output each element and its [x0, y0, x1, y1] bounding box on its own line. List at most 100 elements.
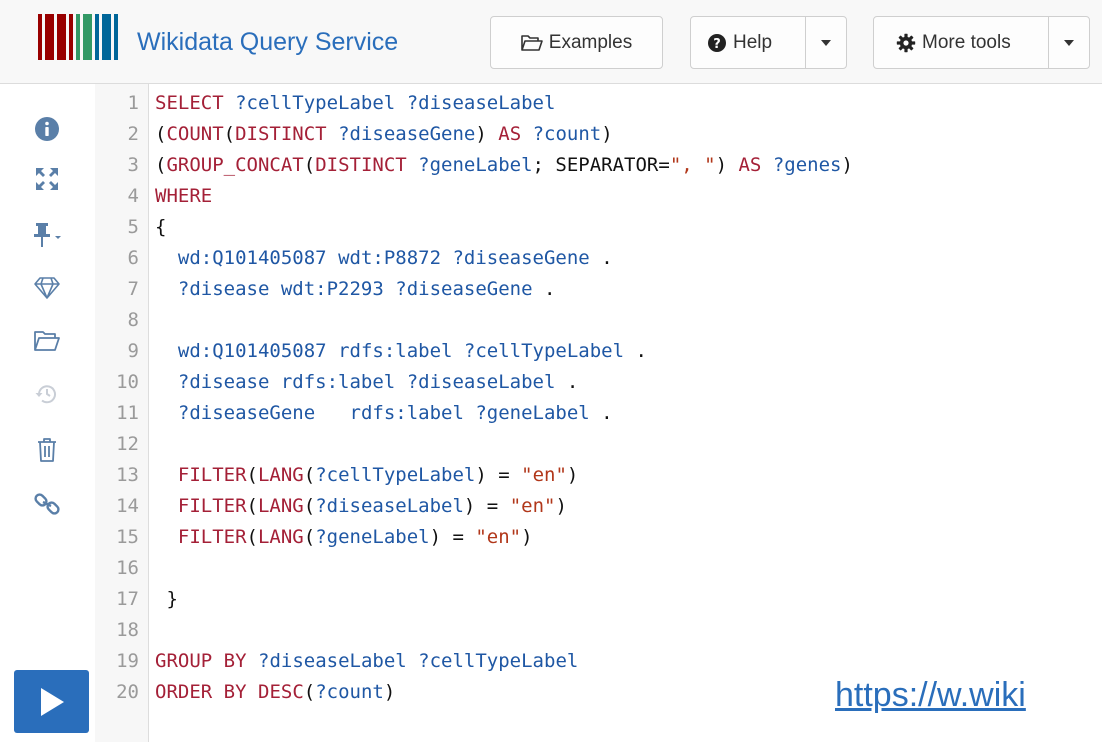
code-line[interactable]: 15 FILTER(LANG(?geneLabel) = "en") [95, 522, 1102, 553]
variable-token: ?count [532, 123, 602, 145]
keyword-token: GROUP [155, 650, 213, 672]
examples-button[interactable]: Examples [490, 16, 663, 69]
wikidata-logo[interactable] [38, 14, 120, 60]
code-line[interactable]: 1 SELECT ?cellTypeLabel ?diseaseLabel [95, 88, 1102, 119]
keyword-token: DESC [258, 681, 304, 703]
punctuation-token: ) [383, 681, 396, 703]
query-editor[interactable]: 1 SELECT ?cellTypeLabel ?diseaseLabel 2 (CO… [95, 84, 1102, 742]
more-tools-button[interactable]: More tools [874, 17, 1049, 68]
info-icon [35, 117, 59, 141]
code-line[interactable]: 13 FILTER(LANG(?cellTypeLabel) = "en") [95, 460, 1102, 491]
variable-token: ?diseaseLabel [406, 92, 556, 114]
trash-icon [38, 438, 56, 462]
punctuation-token [441, 247, 452, 269]
punctuation-token [247, 650, 258, 672]
diamond-icon [34, 277, 60, 299]
help-label: Help [733, 31, 773, 53]
punctuation-token [315, 402, 349, 424]
code-line[interactable]: 18 [95, 615, 1102, 646]
pin-button[interactable] [29, 217, 65, 253]
code-line[interactable]: 10 ?disease rdfs:label ?diseaseLabel . [95, 367, 1102, 398]
line-number: 19 [116, 650, 139, 672]
punctuation-token [155, 402, 178, 424]
punctuation-token: ) = [463, 495, 510, 517]
variable-token: wd:Q101405087 [177, 340, 327, 362]
keyword-token: AS [738, 154, 762, 176]
punctuation-token [155, 464, 178, 486]
code-line[interactable]: 19 GROUP BY ?diseaseLabel ?cellTypeLabel [95, 646, 1102, 677]
code-line[interactable]: 8 [95, 305, 1102, 336]
code-line[interactable]: 9 wd:Q101405087 rdfs:label ?cellTypeLabe… [95, 336, 1102, 367]
link-icon [34, 493, 60, 515]
punctuation-token [212, 650, 223, 672]
gear-icon [896, 33, 916, 53]
line-number: 11 [116, 402, 139, 424]
line-code: SELECT ?cellTypeLabel ?diseaseLabel [155, 88, 555, 119]
keyword-token: FILTER [177, 526, 247, 548]
keyword-token: COUNT [166, 123, 224, 145]
variable-token: ?diseaseGene [452, 247, 590, 269]
line-number: 8 [127, 309, 139, 331]
keyword-token: LANG [257, 495, 304, 517]
code-line[interactable]: 14 FILTER(LANG(?diseaseLabel) = "en") [95, 491, 1102, 522]
variable-token: rdfs:label [280, 371, 396, 393]
punctuation-token: ) [841, 154, 853, 176]
punctuation-token: } [155, 588, 178, 610]
variable-token: ?diseaseLabel [406, 371, 556, 393]
code-line[interactable]: 7 ?disease wdt:P2293 ?diseaseGene . [95, 274, 1102, 305]
punctuation-token: ) [601, 123, 613, 145]
line-number: 18 [116, 619, 139, 641]
app-title[interactable]: Wikidata Query Service [137, 28, 398, 57]
share-link-button[interactable] [29, 486, 65, 522]
variable-token: rdfs:label [338, 340, 453, 362]
punctuation-token [155, 371, 178, 393]
keyword-token: AS [498, 123, 522, 145]
code-line[interactable]: 12 [95, 429, 1102, 460]
keyword-token: SELECT [155, 92, 224, 114]
open-query-button[interactable] [29, 323, 65, 359]
pin-icon [34, 223, 61, 247]
fullscreen-button[interactable] [29, 161, 65, 197]
line-number: 4 [127, 185, 139, 207]
variable-token: ?cellTypeLabel [463, 340, 625, 362]
keyword-token: GROUP_CONCAT [166, 154, 304, 176]
code-line[interactable]: 5{ [95, 212, 1102, 243]
line-number: 2 [127, 123, 139, 145]
punctuation-token [395, 92, 406, 114]
punctuation-token: ) = [429, 526, 476, 548]
caret-down-icon [821, 39, 831, 46]
more-tools-dropdown-toggle[interactable] [1049, 39, 1089, 46]
examples-label: Examples [548, 31, 633, 53]
clear-query-button[interactable] [29, 432, 65, 468]
code-line[interactable]: 2 (COUNT(DISTINCT ?diseaseGene) AS ?count… [95, 119, 1102, 150]
punctuation-token: ( [223, 123, 236, 145]
code-line[interactable]: 4 WHERE [95, 181, 1102, 212]
undo-history-button[interactable] [29, 376, 65, 412]
line-number: 1 [127, 92, 139, 114]
line-number: 9 [127, 340, 139, 362]
info-button[interactable] [29, 111, 65, 147]
code-line[interactable]: 6 wd:Q101405087 wdt:P8872 ?diseaseGene . [95, 243, 1102, 274]
code-line[interactable]: 11 ?diseaseGene rdfs:label ?geneLabel . [95, 398, 1102, 429]
punctuation-token: ) [566, 464, 579, 486]
punctuation-token: ( [155, 154, 167, 176]
keyword-token: WHERE [155, 185, 213, 207]
variable-token: ?cellTypeLabel [418, 650, 579, 672]
line-code: ORDER BY DESC(?count) [155, 677, 395, 708]
punctuation-token: . [589, 402, 613, 424]
code-line[interactable]: 3 (GROUP_CONCAT(DISTINCT ?geneLabel; SEPA… [95, 150, 1102, 181]
beautify-button[interactable] [29, 270, 65, 306]
punctuation-token: ( [246, 526, 258, 548]
help-dropdown-toggle[interactable] [806, 39, 846, 46]
variable-token: ?geneLabel [315, 526, 430, 548]
punctuation-token [327, 123, 338, 145]
line-code: FILTER(LANG(?geneLabel) = "en") [155, 522, 533, 553]
run-query-button[interactable] [14, 670, 89, 733]
keyword-token: LANG [257, 464, 304, 486]
help-button-group: ? Help [690, 16, 847, 69]
punctuation-token [395, 371, 406, 393]
code-line[interactable]: 16 [95, 553, 1102, 584]
help-button[interactable]: ? Help [691, 17, 806, 68]
short-url-link[interactable]: https://w.wiki [835, 676, 1026, 715]
code-line[interactable]: 17 } [95, 584, 1102, 615]
